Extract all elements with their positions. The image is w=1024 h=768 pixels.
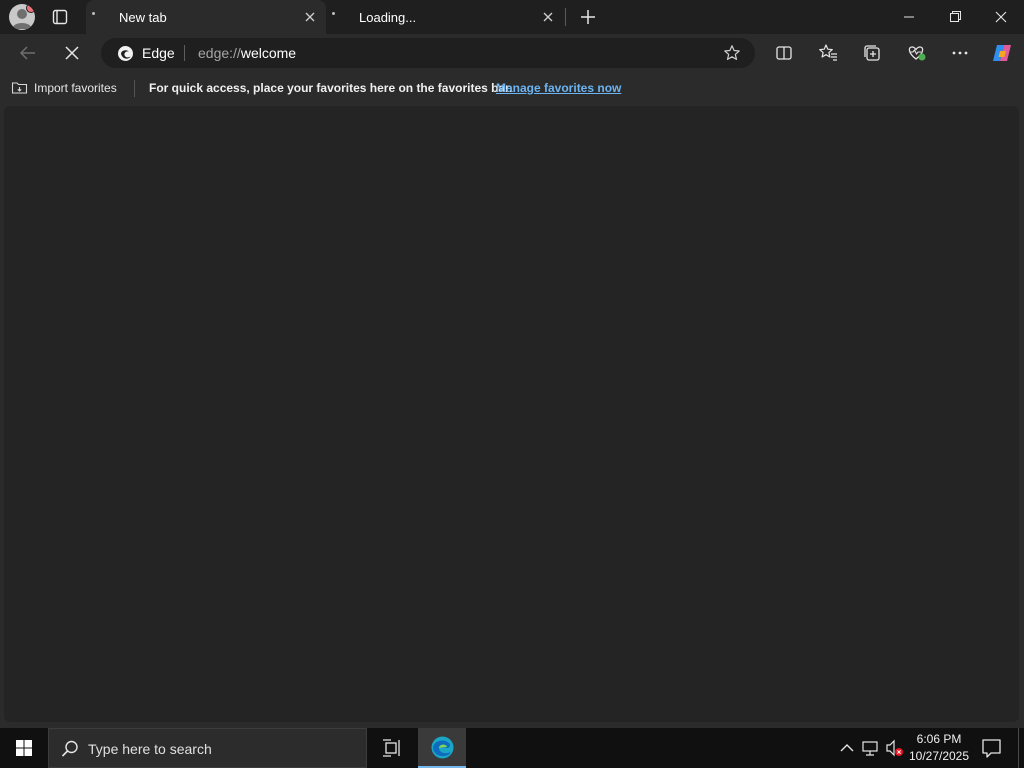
address-bar[interactable]: Edge edge://welcome: [101, 38, 755, 68]
collections-button[interactable]: [858, 39, 886, 67]
network-icon: [862, 741, 878, 756]
collections-icon: [864, 45, 880, 61]
search-icon: [61, 740, 78, 757]
tab-close-button[interactable]: [538, 7, 558, 27]
copilot-icon: [993, 45, 1011, 61]
back-arrow-icon: [19, 46, 35, 60]
search-placeholder: Type here to search: [88, 741, 212, 757]
close-icon: [543, 12, 553, 22]
favorites-bar: Import favorites For quick access, place…: [0, 72, 1024, 104]
taskbar-edge-app[interactable]: [418, 728, 466, 768]
copilot-button[interactable]: [988, 39, 1016, 67]
close-icon: [305, 12, 315, 22]
notification-icon: [982, 739, 1001, 758]
tab-separator: [565, 8, 566, 26]
page-content-area[interactable]: [4, 106, 1019, 722]
plus-icon: [581, 10, 595, 24]
split-screen-button[interactable]: [770, 39, 798, 67]
tab-actions-button[interactable]: [48, 5, 72, 29]
task-view-icon: [383, 739, 400, 757]
more-icon: [952, 51, 968, 55]
start-button[interactable]: [0, 728, 48, 768]
windows-logo-icon: [16, 740, 32, 756]
system-clock[interactable]: 6:06 PM 10/27/2025: [905, 731, 973, 765]
volume-tray-button[interactable]: [884, 728, 906, 768]
star-icon: [724, 45, 740, 60]
back-button[interactable]: [14, 39, 42, 67]
import-favorites-button[interactable]: Import favorites: [11, 79, 117, 96]
url-scheme: edge://: [198, 45, 241, 61]
stop-loading-button[interactable]: [58, 39, 86, 67]
close-icon: [995, 11, 1007, 23]
tab-close-button[interactable]: [300, 7, 320, 27]
profile-avatar[interactable]: [9, 4, 35, 30]
add-favorite-button[interactable]: [723, 44, 741, 62]
close-window-button[interactable]: [978, 0, 1024, 34]
minimize-icon: [904, 16, 914, 18]
taskbar-search-box[interactable]: Type here to search: [48, 728, 367, 768]
split-screen-icon: [776, 46, 792, 60]
restore-button[interactable]: [932, 0, 978, 34]
task-view-button[interactable]: [368, 728, 416, 768]
tab-loading[interactable]: Loading...: [326, 0, 564, 34]
network-tray-button[interactable]: [860, 728, 882, 768]
favorites-icon: [819, 44, 837, 61]
notifications-button[interactable]: [978, 728, 1006, 768]
edge-logo-icon: [117, 45, 134, 62]
restore-icon: [950, 11, 961, 22]
tab-favicon: [332, 12, 335, 15]
tab-label: Loading...: [359, 10, 417, 25]
address-separator: [184, 45, 185, 61]
notification-dot: [26, 4, 35, 13]
show-desktop-button[interactable]: [1018, 728, 1019, 768]
url-path: welcome: [240, 45, 297, 61]
import-favorites-label: Import favorites: [34, 80, 117, 95]
show-hidden-icons-button[interactable]: [836, 728, 858, 768]
site-identity-label[interactable]: Edge: [142, 45, 175, 61]
url-text[interactable]: edge://welcome: [198, 45, 296, 61]
favorites-hint-text: For quick access, place your favorites h…: [149, 81, 513, 95]
favorites-separator: [134, 80, 135, 97]
tab-actions-icon: [52, 9, 68, 25]
tab-favicon: [92, 12, 95, 15]
tab-new-tab[interactable]: New tab: [86, 0, 326, 34]
browser-essentials-button[interactable]: [902, 39, 930, 67]
favorites-button[interactable]: [814, 39, 842, 67]
tab-label: New tab: [119, 10, 167, 25]
settings-more-button[interactable]: [946, 39, 974, 67]
clock-time: 6:06 PM: [916, 732, 962, 746]
navigation-toolbar: Edge edge://welcome: [0, 34, 1024, 72]
taskbar: Type here to search 6:06 PM 10/27/2025: [0, 728, 1024, 768]
new-tab-button[interactable]: [576, 5, 600, 29]
volume-muted-icon: [886, 739, 903, 757]
chevron-up-icon: [840, 744, 854, 752]
heartbeat-icon: [908, 46, 926, 61]
edge-app-icon: [431, 736, 454, 759]
tab-strip: New tab Loading...: [0, 0, 1024, 34]
import-folder-icon: [11, 82, 28, 94]
manage-favorites-link[interactable]: Manage favorites now: [496, 81, 621, 95]
stop-icon: [65, 46, 79, 60]
clock-date: 10/27/2025: [908, 749, 970, 763]
minimize-button[interactable]: [886, 0, 932, 34]
